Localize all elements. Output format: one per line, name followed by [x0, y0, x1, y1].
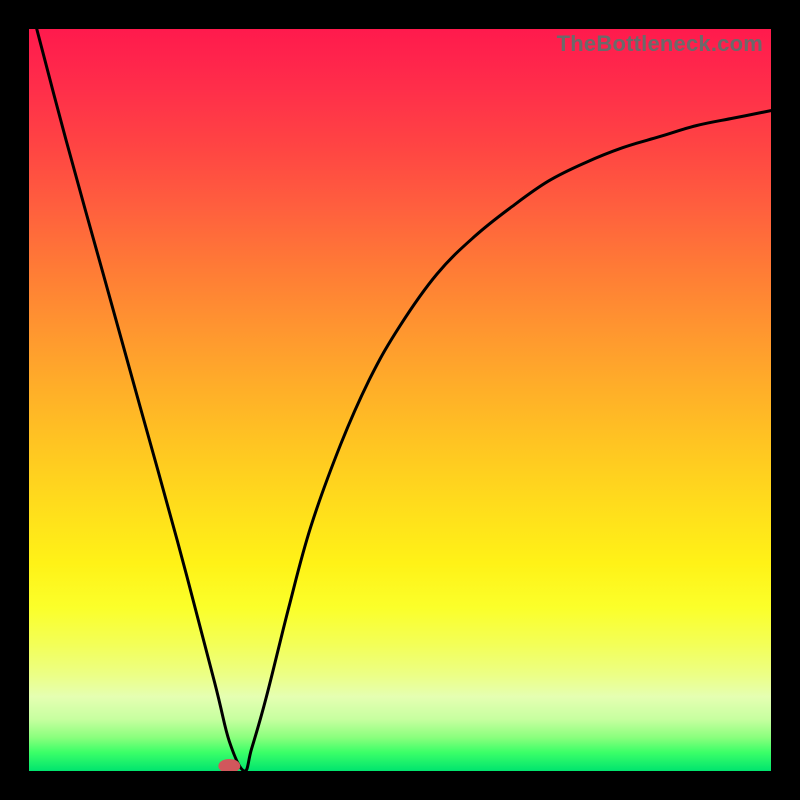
- chart-frame: TheBottleneck.com: [0, 0, 800, 800]
- chart-plot-area: TheBottleneck.com: [29, 29, 771, 771]
- chart-svg: [29, 29, 771, 771]
- bottleneck-curve: [29, 29, 771, 771]
